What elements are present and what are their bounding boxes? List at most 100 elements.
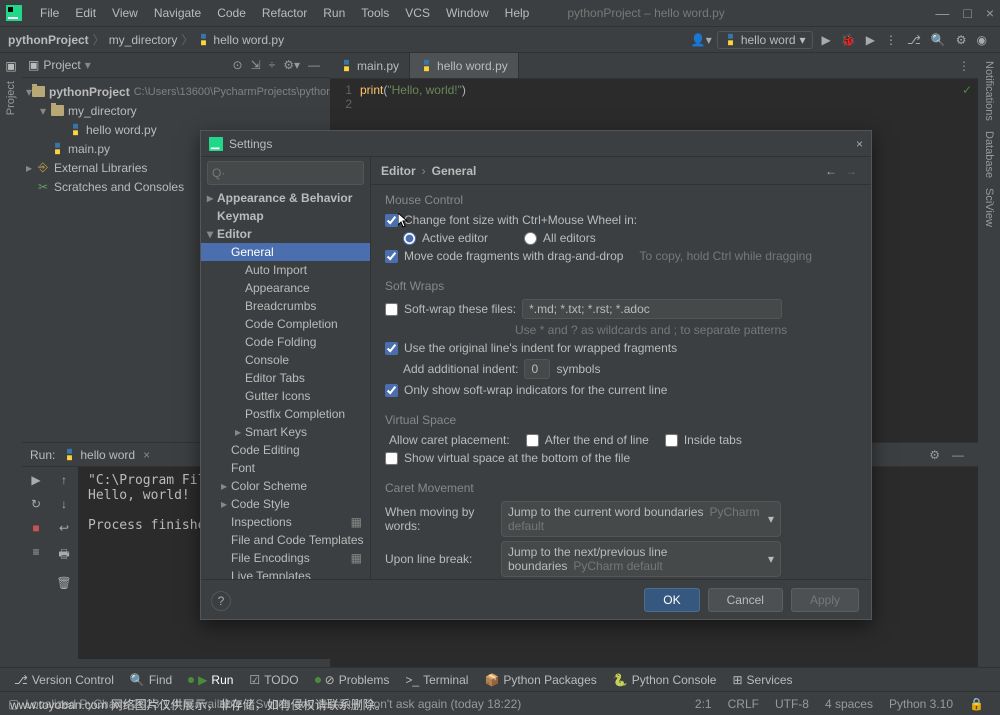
database-tool[interactable]: Database	[983, 131, 995, 178]
bottom-run[interactable]: ▶Run	[180, 673, 241, 687]
menu-window[interactable]: Window	[438, 6, 497, 20]
maximize-button[interactable]: □	[963, 5, 971, 21]
ok-button[interactable]: OK	[644, 588, 699, 612]
notifications-tool[interactable]: Notifications	[983, 61, 995, 121]
change-font-checkbox[interactable]	[385, 214, 398, 227]
menu-navigate[interactable]: Navigate	[146, 6, 209, 20]
show-virtual-bottom-checkbox[interactable]	[385, 452, 398, 465]
settings-tree-item[interactable]: Live Templates	[201, 567, 370, 579]
settings-tree-item[interactable]: Editor Tabs	[201, 369, 370, 387]
debug-button[interactable]: 🐞	[841, 33, 856, 47]
settings-tree-item[interactable]: Breadcrumbs	[201, 297, 370, 315]
stop-icon[interactable]: ↻	[31, 497, 41, 511]
indent-input[interactable]	[524, 359, 550, 379]
settings-tree-item[interactable]: File Encodings▦	[201, 549, 370, 567]
menu-refactor[interactable]: Refactor	[254, 6, 315, 20]
settings-tree-item[interactable]: Postfix Completion	[201, 405, 370, 423]
bottom-services[interactable]: ⊞Services	[724, 673, 800, 687]
settings-gear-icon[interactable]: ⚙▾	[283, 58, 300, 72]
run-tab[interactable]: hello word×	[63, 448, 150, 462]
close-button[interactable]: ×	[986, 5, 994, 21]
menu-tools[interactable]: Tools	[353, 6, 397, 20]
only-show-checkbox[interactable]	[385, 384, 398, 397]
settings-tree-item[interactable]: Font	[201, 459, 370, 477]
inside-tabs-checkbox[interactable]	[665, 434, 678, 447]
user-icon[interactable]: 👤▾	[691, 33, 712, 47]
bottom-pyconsole[interactable]: 🐍Python Console	[605, 673, 725, 687]
softwrap-pattern-input[interactable]	[522, 299, 782, 319]
line-break-select[interactable]: Jump to the next/previous line boundarie…	[501, 541, 781, 577]
more-actions-icon[interactable]: ⋮	[885, 33, 897, 47]
menu-code[interactable]: Code	[209, 6, 254, 20]
bottom-problems[interactable]: ⊘Problems	[307, 673, 398, 687]
menu-file[interactable]: File	[32, 6, 67, 20]
status-indent[interactable]: 4 spaces	[817, 697, 881, 711]
down-icon[interactable]: ↓	[61, 497, 67, 511]
settings-tree-item[interactable]: Appearance	[201, 279, 370, 297]
tabs-more-icon[interactable]: ⋮	[950, 59, 978, 73]
print-icon[interactable]: 🖶	[58, 545, 69, 566]
status-encoding[interactable]: UTF-8	[767, 697, 817, 711]
active-editor-radio[interactable]	[403, 232, 416, 245]
settings-bread-general[interactable]: General	[432, 164, 477, 178]
menu-help[interactable]: Help	[497, 6, 538, 20]
bottom-packages[interactable]: 📦Python Packages	[476, 673, 604, 687]
coverage-button[interactable]: ▶	[866, 33, 875, 47]
softwrap-checkbox[interactable]	[385, 303, 398, 316]
settings-tree-item[interactable]: ▾Editor	[201, 225, 370, 243]
settings-tree-item[interactable]: ▸Smart Keys	[201, 423, 370, 441]
bottom-vcs[interactable]: ⎇Version Control	[6, 673, 122, 687]
status-lock-icon[interactable]: 🔒	[961, 697, 992, 711]
bottom-find[interactable]: 🔍Find	[122, 673, 180, 687]
breadcrumb-root[interactable]: pythonProject	[8, 33, 89, 47]
settings-back-icon[interactable]: ←	[821, 164, 841, 178]
settings-tree-item[interactable]: ▸Code Style	[201, 495, 370, 513]
project-dropdown-icon[interactable]: ▣	[28, 58, 39, 72]
settings-icon[interactable]: ⚙	[956, 33, 967, 47]
settings-bread-editor[interactable]: Editor	[381, 164, 416, 178]
run-config-selector[interactable]: hello word ▾	[717, 31, 813, 49]
cancel-button[interactable]: Cancel	[708, 588, 783, 612]
collapse-icon[interactable]: ÷	[269, 58, 276, 72]
move-frag-checkbox[interactable]	[385, 250, 398, 263]
tab-helloword[interactable]: hello word.py	[410, 53, 519, 78]
settings-close-icon[interactable]: ×	[856, 137, 863, 151]
settings-tree-item[interactable]: Code Folding	[201, 333, 370, 351]
wrap-icon[interactable]: ↩	[59, 521, 69, 535]
after-eol-checkbox[interactable]	[526, 434, 539, 447]
settings-tree-item[interactable]: File and Code Templates	[201, 531, 370, 549]
breadcrumb-dir[interactable]: my_directory	[109, 33, 178, 47]
breadcrumb-file[interactable]: hello word.py	[197, 33, 284, 47]
layout-icon[interactable]: ≡	[32, 545, 39, 559]
menu-vcs[interactable]: VCS	[397, 6, 438, 20]
settings-tree-item[interactable]: Keymap	[201, 207, 370, 225]
settings-tree-item[interactable]: ▸Color Scheme	[201, 477, 370, 495]
all-editors-radio[interactable]	[524, 232, 537, 245]
bottom-terminal[interactable]: >_Terminal	[397, 673, 476, 687]
run-button[interactable]: ▶	[822, 33, 831, 47]
settings-tree-item[interactable]: General	[201, 243, 370, 261]
menu-run[interactable]: Run	[315, 6, 353, 20]
settings-forward-icon[interactable]: →	[841, 164, 861, 178]
use-indent-checkbox[interactable]	[385, 342, 398, 355]
rerun-icon[interactable]: ▶	[31, 473, 40, 487]
help-button[interactable]: ?	[211, 591, 231, 611]
status-coords[interactable]: 2:1	[687, 697, 720, 711]
settings-tree-item[interactable]: Code Editing	[201, 441, 370, 459]
ide-settings-icon[interactable]: ◉	[977, 33, 987, 47]
stop-icon[interactable]: ■	[32, 521, 39, 535]
run-settings-icon[interactable]: ⚙	[923, 448, 946, 462]
settings-tree-item[interactable]: Gutter Icons	[201, 387, 370, 405]
search-icon[interactable]: 🔍	[931, 33, 946, 47]
settings-search[interactable]: Q·	[207, 161, 364, 185]
status-line-sep[interactable]: CRLF	[720, 697, 767, 711]
tab-main[interactable]: main.py	[330, 53, 410, 78]
menu-view[interactable]: View	[104, 6, 146, 20]
project-tool-icon[interactable]: ▣	[5, 59, 16, 73]
expand-icon[interactable]: ⇲	[251, 58, 261, 72]
by-words-select[interactable]: Jump to the current word boundariesPyCha…	[501, 501, 781, 537]
up-icon[interactable]: ↑	[61, 473, 67, 487]
status-interpreter[interactable]: Python 3.10	[881, 697, 961, 711]
settings-tree-item[interactable]: Auto Import	[201, 261, 370, 279]
git-icon[interactable]: ⎇	[907, 33, 921, 47]
